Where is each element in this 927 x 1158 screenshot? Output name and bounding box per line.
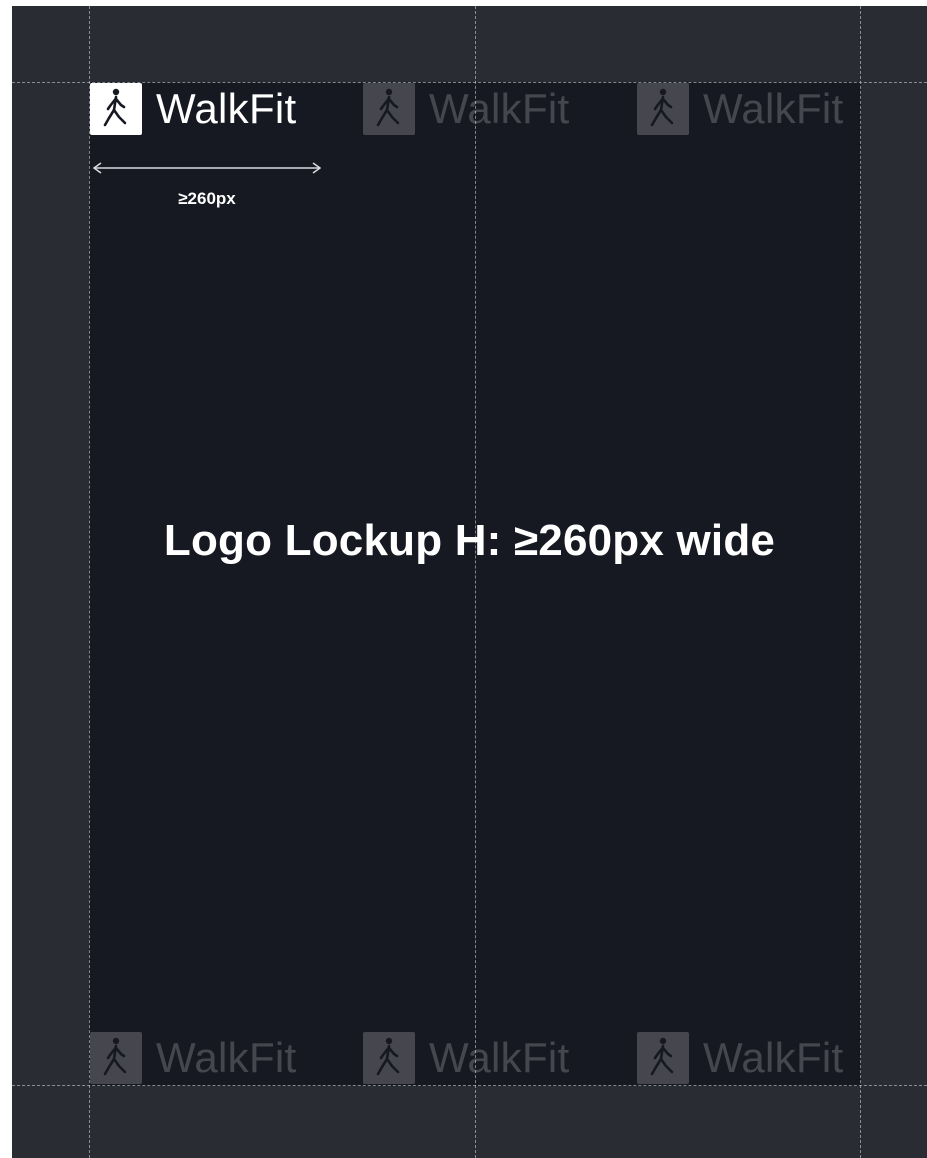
walking-person-icon [363, 83, 415, 135]
brand-wordmark: WalkFit [703, 1034, 844, 1081]
walking-person-icon [363, 1032, 415, 1084]
width-measure-label: ≥260px [178, 189, 236, 208]
walking-person-icon [637, 1032, 689, 1084]
logo-lockup-ghost: WalkFit [363, 83, 570, 135]
logo-lockup-ghost: WalkFit [363, 1032, 570, 1084]
logo-lockup-ghost: WalkFit [637, 1032, 844, 1084]
brand-wordmark: WalkFit [429, 85, 570, 132]
brand-wordmark: WalkFit [703, 85, 844, 132]
width-measure-arrow [92, 162, 322, 174]
walking-person-icon [637, 83, 689, 135]
guide-right [860, 6, 861, 1158]
logo-lockup-primary: WalkFit [90, 83, 297, 135]
walking-person-icon [90, 1032, 142, 1084]
walking-person-icon [90, 83, 142, 135]
canvas-frame: WalkFit WalkFit WalkFit WalkFit WalkFit … [12, 6, 927, 1158]
brand-wordmark: WalkFit [156, 1034, 297, 1081]
spec-caption: Logo Lockup H: ≥260px wide [163, 516, 776, 565]
brand-wordmark: WalkFit [156, 85, 297, 132]
guide-center [475, 6, 476, 1158]
logo-lockup-ghost: WalkFit [90, 1032, 297, 1084]
logo-lockup-ghost: WalkFit [637, 83, 844, 135]
brand-wordmark: WalkFit [429, 1034, 570, 1081]
guide-left [89, 6, 90, 1158]
guide-bottom [12, 1085, 927, 1086]
